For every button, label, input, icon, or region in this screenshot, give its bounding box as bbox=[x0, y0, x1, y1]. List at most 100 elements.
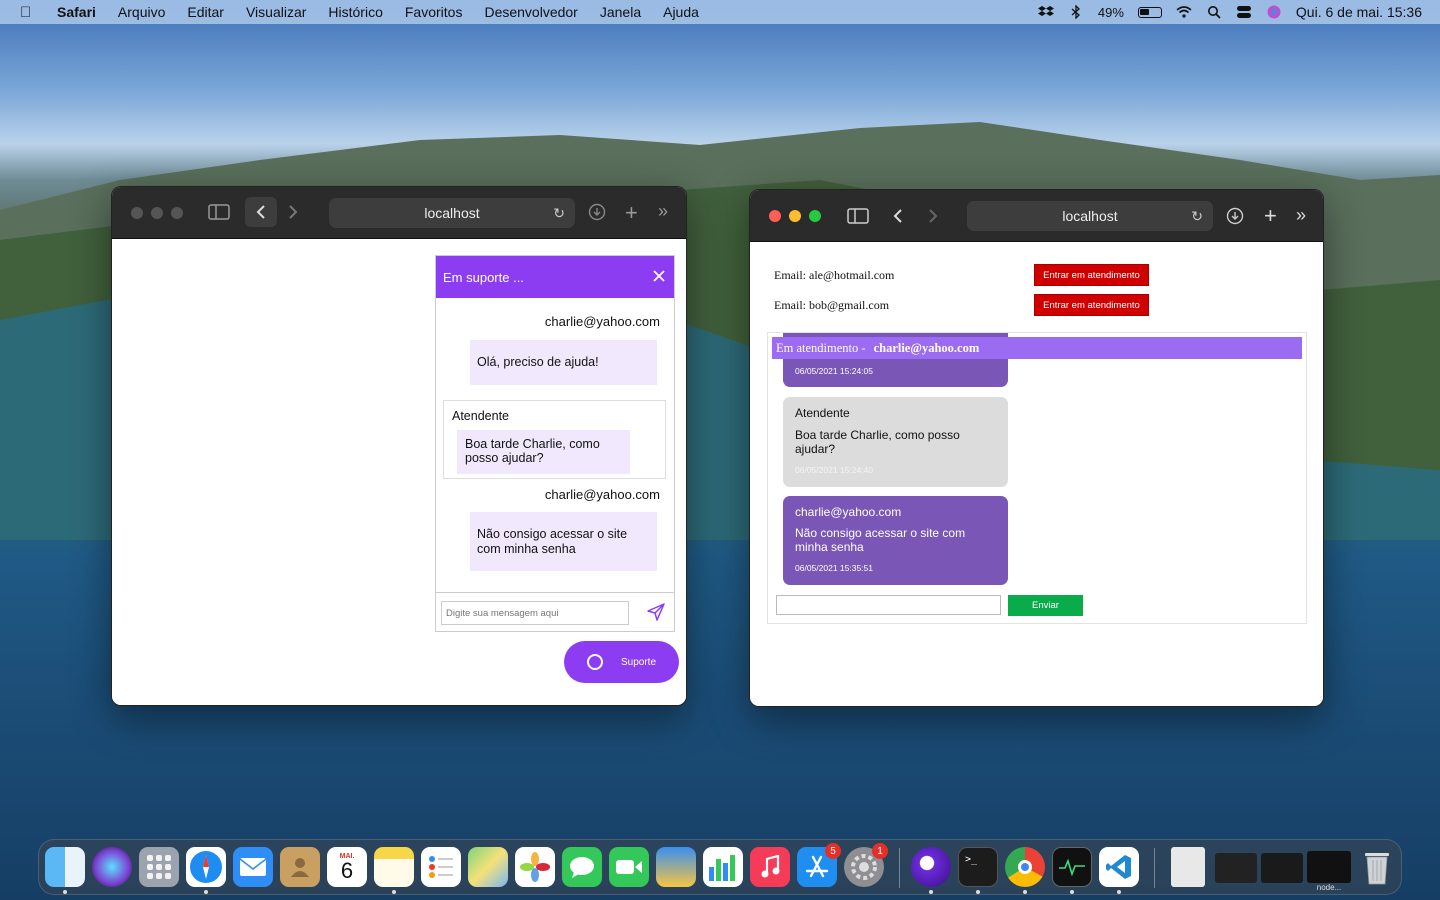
bluetooth-icon[interactable] bbox=[1068, 5, 1084, 19]
address-bar[interactable]: localhost ↻ bbox=[967, 201, 1213, 231]
photos-icon[interactable] bbox=[515, 847, 555, 887]
agent-message-bubble: Boa tarde Charlie, como posso ajudar? bbox=[457, 430, 630, 474]
address-bar[interactable]: localhost ↻ bbox=[329, 198, 575, 228]
send-button[interactable]: Enviar bbox=[1008, 595, 1083, 616]
maps-icon[interactable] bbox=[468, 847, 508, 887]
app-store-icon[interactable]: 5 bbox=[797, 843, 841, 887]
finder-icon[interactable] bbox=[45, 847, 85, 887]
agent-message-bubble: Atendente Boa tarde Charlie, como posso … bbox=[783, 397, 1008, 487]
send-icon[interactable] bbox=[646, 602, 666, 627]
music-icon[interactable] bbox=[750, 847, 790, 887]
apple-icon[interactable]:  bbox=[20, 4, 40, 21]
siri-icon[interactable] bbox=[1266, 5, 1282, 19]
close-window-button[interactable] bbox=[131, 206, 143, 219]
reload-icon[interactable]: ↻ bbox=[1191, 208, 1203, 225]
minimized-window-thumbnail[interactable] bbox=[1215, 853, 1257, 883]
menu-editar[interactable]: Editar bbox=[187, 4, 224, 20]
menu-visualizar[interactable]: Visualizar bbox=[246, 4, 306, 20]
chrome-icon[interactable] bbox=[1005, 847, 1045, 887]
contacts-icon[interactable] bbox=[280, 847, 320, 887]
more-icon[interactable]: » bbox=[658, 201, 668, 222]
menu-historico[interactable]: Histórico bbox=[328, 4, 382, 20]
forward-button[interactable] bbox=[287, 204, 299, 220]
minimized-window-thumbnail[interactable] bbox=[1261, 853, 1303, 883]
reminders-icon[interactable] bbox=[421, 847, 461, 887]
dock: MAI. 6 5 1 >_ node... bbox=[38, 839, 1402, 895]
trash-icon[interactable] bbox=[1357, 847, 1397, 887]
terminal-icon[interactable]: >_ bbox=[958, 847, 998, 887]
vscode-icon[interactable] bbox=[1099, 847, 1139, 887]
support-button[interactable]: Suporte bbox=[564, 641, 679, 683]
activity-monitor-icon[interactable] bbox=[1052, 847, 1092, 887]
dock-separator bbox=[899, 848, 900, 888]
address-text: localhost bbox=[1062, 208, 1118, 224]
panel-title: Em atendimento - bbox=[776, 340, 866, 355]
chat-bubble-icon bbox=[587, 654, 603, 670]
chat-title: Em suporte ... bbox=[443, 269, 524, 285]
reload-icon[interactable]: ↻ bbox=[553, 205, 565, 222]
calendar-icon[interactable]: MAI. 6 bbox=[327, 847, 367, 887]
running-indicator bbox=[1117, 890, 1121, 894]
messages-icon[interactable] bbox=[562, 847, 602, 887]
search-icon[interactable] bbox=[1206, 5, 1222, 19]
dropbox-icon[interactable] bbox=[1037, 5, 1054, 19]
menu-arquivo[interactable]: Arquivo bbox=[118, 4, 165, 20]
minimize-window-button[interactable] bbox=[789, 209, 801, 222]
node-window-label: node... bbox=[1316, 883, 1342, 892]
menu-favoritos[interactable]: Favoritos bbox=[405, 4, 463, 20]
mail-icon[interactable] bbox=[233, 847, 273, 887]
attendance-panel-header: Em atendimento - charlie@yahoo.com bbox=[772, 337, 1302, 359]
zoom-window-button[interactable] bbox=[809, 209, 821, 222]
support-button-label: Suporte bbox=[621, 656, 657, 668]
document-thumbnail[interactable] bbox=[1171, 847, 1205, 887]
menu-ajuda[interactable]: Ajuda bbox=[663, 4, 699, 20]
zoom-window-button[interactable] bbox=[171, 206, 183, 219]
menu-app-name[interactable]: Safari bbox=[57, 4, 96, 20]
new-tab-icon[interactable]: + bbox=[625, 200, 638, 226]
menu-bar:  Safari Arquivo Editar Visualizar Histó… bbox=[0, 0, 1440, 24]
back-button[interactable] bbox=[892, 208, 904, 224]
message-sender: charlie@yahoo.com bbox=[795, 505, 902, 519]
download-icon[interactable] bbox=[588, 203, 606, 221]
message-sender: Atendente bbox=[795, 406, 850, 420]
notes-icon[interactable] bbox=[374, 847, 414, 887]
launchpad-icon[interactable] bbox=[139, 847, 179, 887]
running-indicator bbox=[392, 890, 396, 894]
menu-janela[interactable]: Janela bbox=[600, 4, 641, 20]
close-icon[interactable] bbox=[652, 267, 666, 288]
enter-attendance-button[interactable]: Entrar em atendimento bbox=[1034, 294, 1149, 316]
chat-header: Em suporte ... bbox=[436, 256, 674, 298]
siri-icon[interactable] bbox=[92, 847, 132, 887]
control-center-icon[interactable] bbox=[1236, 5, 1252, 19]
close-window-button[interactable] bbox=[769, 209, 781, 222]
menubar-clock[interactable]: Qui. 6 de mai. 15:36 bbox=[1296, 4, 1422, 20]
forward-button[interactable] bbox=[927, 208, 939, 224]
facetime-icon[interactable] bbox=[609, 847, 649, 887]
pages-icon[interactable] bbox=[656, 847, 696, 887]
numbers-icon[interactable] bbox=[703, 847, 743, 887]
more-icon[interactable]: » bbox=[1296, 205, 1306, 226]
new-tab-icon[interactable]: + bbox=[1264, 203, 1277, 229]
attendance-panel: Em atendimento - charlie@yahoo.com 06/05… bbox=[767, 332, 1307, 624]
back-button[interactable] bbox=[245, 197, 277, 227]
message-sender: Atendente bbox=[452, 409, 509, 423]
message-input[interactable] bbox=[441, 601, 629, 625]
wifi-icon[interactable] bbox=[1176, 5, 1192, 19]
minimize-window-button[interactable] bbox=[151, 206, 163, 219]
enter-attendance-button[interactable]: Entrar em atendimento bbox=[1034, 264, 1149, 286]
download-icon[interactable] bbox=[1226, 207, 1244, 225]
sidebar-toggle-icon[interactable] bbox=[208, 203, 230, 221]
reply-input[interactable] bbox=[776, 595, 1001, 615]
safari-icon[interactable] bbox=[186, 847, 226, 887]
user-message-bubble: Olá, preciso de ajuda! bbox=[470, 340, 657, 385]
running-indicator bbox=[63, 890, 67, 894]
system-preferences-icon[interactable]: 1 bbox=[844, 843, 888, 887]
menu-desenvolvedor[interactable]: Desenvolvedor bbox=[484, 4, 577, 20]
minimized-terminal-node[interactable]: node... bbox=[1307, 851, 1351, 892]
battery-icon[interactable] bbox=[1137, 6, 1162, 18]
running-indicator bbox=[1023, 890, 1027, 894]
tor-browser-icon[interactable] bbox=[911, 847, 951, 887]
message-text: Olá, preciso de ajuda! bbox=[477, 355, 599, 369]
sidebar-toggle-icon[interactable] bbox=[847, 207, 869, 225]
left-browser-window: localhost ↻ + » Em suporte ... charlie@y… bbox=[111, 186, 687, 706]
